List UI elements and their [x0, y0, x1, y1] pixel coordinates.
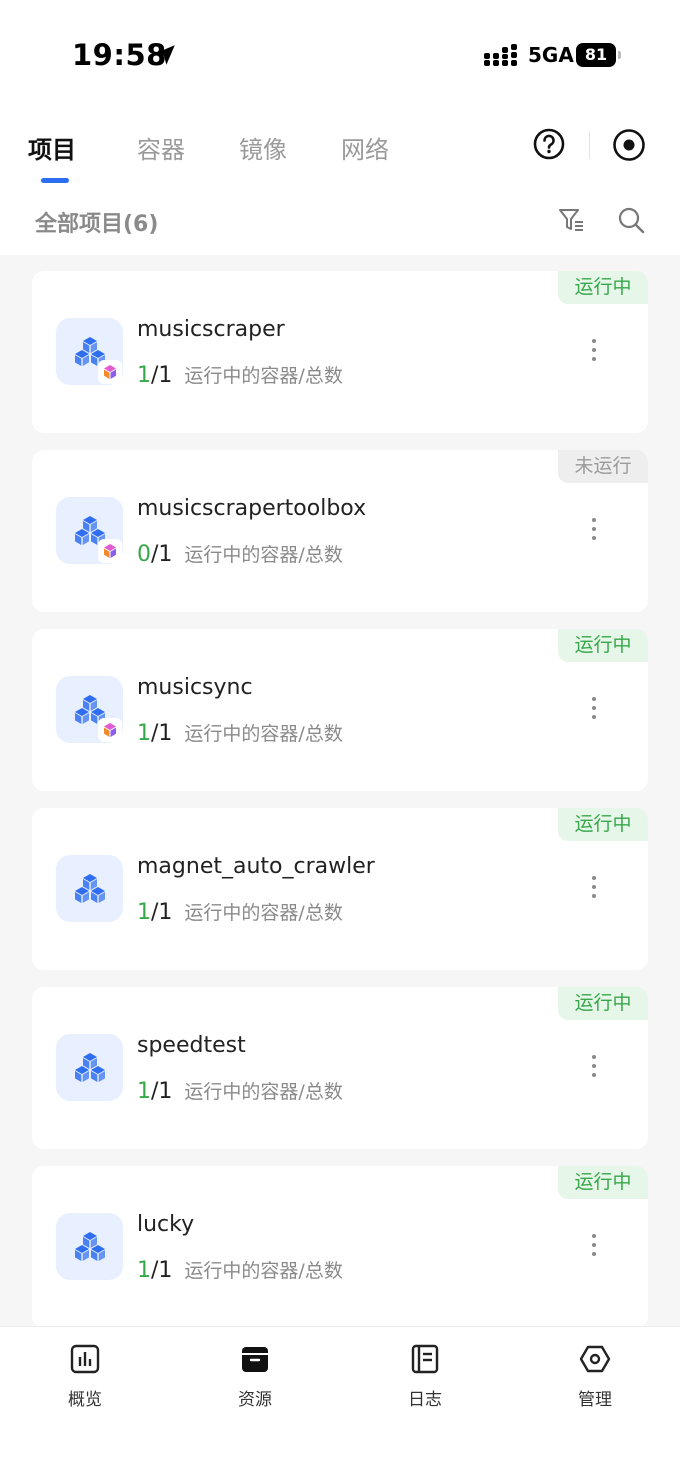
- tab-images[interactable]: 镜像: [239, 130, 287, 165]
- compose-badge-icon: [98, 539, 122, 563]
- running-count: 1: [137, 363, 151, 388]
- compose-badge-icon: [98, 718, 122, 742]
- tab-projects[interactable]: 项目: [28, 130, 76, 165]
- box-icon: [242, 1347, 268, 1372]
- project-card[interactable]: 未运行 musicscrapertoolbox 0/1 运行中的容器/总数: [32, 450, 648, 612]
- status-badge: 运行中: [558, 271, 648, 304]
- target-icon[interactable]: [612, 128, 646, 162]
- more-options-icon[interactable]: [587, 518, 601, 544]
- status-badge: 运行中: [558, 987, 648, 1020]
- status-badge: 未运行: [558, 450, 648, 483]
- container-count: 1/1 运行中的容器/总数: [137, 898, 343, 925]
- total-count: /1: [151, 363, 173, 388]
- battery-icon: 81: [576, 43, 622, 67]
- help-icon[interactable]: [533, 128, 565, 160]
- nav-logs[interactable]: 日志: [375, 1343, 475, 1410]
- total-count: /1: [151, 542, 173, 567]
- header-divider: [589, 131, 590, 159]
- nav-resources-label: 资源: [238, 1390, 272, 1410]
- location-arrow-icon: [155, 45, 175, 65]
- container-count: 0/1 运行中的容器/总数: [137, 540, 343, 567]
- project-icon: [56, 1034, 123, 1101]
- project-card[interactable]: 运行中 musicsync 1/1 运行中的容器/总数: [32, 629, 648, 791]
- tab-network[interactable]: 网络: [341, 130, 389, 165]
- bottom-nav: 概览 资源 日志 管理: [0, 1326, 680, 1478]
- status-bar: 19:58 5GA 81: [0, 0, 680, 100]
- container-count: 1/1 运行中的容器/总数: [137, 1077, 343, 1104]
- search-icon[interactable]: [617, 206, 645, 234]
- status-badge: 运行中: [558, 1166, 648, 1199]
- project-name: speedtest: [137, 1033, 246, 1058]
- project-card[interactable]: 运行中 magnet_auto_crawler 1/1 运行中的容器/总数: [32, 808, 648, 970]
- nav-resources[interactable]: 资源: [205, 1343, 305, 1410]
- hexagon-settings-icon: [579, 1345, 611, 1373]
- container-count: 1/1 运行中的容器/总数: [137, 361, 343, 388]
- running-count: 0: [137, 542, 151, 567]
- nav-manage[interactable]: 管理: [545, 1343, 645, 1410]
- nav-manage-label: 管理: [578, 1390, 612, 1410]
- network-type: 5GA: [528, 43, 574, 67]
- cubes-icon: [75, 1053, 105, 1082]
- notebook-icon: [411, 1344, 439, 1374]
- project-name: magnet_auto_crawler: [137, 854, 375, 879]
- nav-overview[interactable]: 概览: [35, 1343, 135, 1410]
- project-card[interactable]: 运行中 speedtest 1/1 运行中的容器/总数: [32, 987, 648, 1149]
- nav-logs-label: 日志: [408, 1390, 442, 1410]
- compose-badge-icon: [98, 360, 122, 384]
- status-badge: 运行中: [558, 808, 648, 841]
- tab-containers[interactable]: 容器: [137, 130, 185, 165]
- count-description: 运行中的容器/总数: [184, 544, 343, 566]
- total-count: /1: [151, 721, 173, 746]
- project-icon: [56, 676, 123, 743]
- running-count: 1: [137, 1258, 151, 1283]
- container-count: 1/1 运行中的容器/总数: [137, 1256, 343, 1283]
- project-name: musicsync: [137, 675, 253, 700]
- more-options-icon[interactable]: [587, 1234, 601, 1260]
- project-icon: [56, 1213, 123, 1280]
- more-options-icon[interactable]: [587, 876, 601, 902]
- total-count: /1: [151, 1079, 173, 1104]
- more-options-icon[interactable]: [587, 1055, 601, 1081]
- project-icon: [56, 318, 123, 385]
- more-options-icon[interactable]: [587, 339, 601, 365]
- signal-icon: [484, 44, 517, 66]
- project-summary: 全部项目(6): [35, 212, 159, 237]
- active-tab-indicator: [41, 178, 69, 183]
- battery-level: 81: [576, 43, 616, 67]
- total-count: /1: [151, 1258, 173, 1283]
- project-name: lucky: [137, 1212, 195, 1237]
- count-description: 运行中的容器/总数: [184, 902, 343, 924]
- project-name: musicscrapertoolbox: [137, 496, 367, 521]
- project-card[interactable]: 运行中 musicscraper 1/1 运行中的容器/总数: [32, 271, 648, 433]
- container-count: 1/1 运行中的容器/总数: [137, 719, 343, 746]
- count-description: 运行中的容器/总数: [184, 1081, 343, 1103]
- count-description: 运行中的容器/总数: [184, 1260, 343, 1282]
- running-count: 1: [137, 721, 151, 746]
- count-description: 运行中的容器/总数: [184, 723, 343, 745]
- count-description: 运行中的容器/总数: [184, 365, 343, 387]
- project-icon: [56, 497, 123, 564]
- project-icon: [56, 855, 123, 922]
- total-count: /1: [151, 900, 173, 925]
- project-card[interactable]: 运行中 lucky 1/1 运行中的容器/总数: [32, 1166, 648, 1328]
- status-badge: 运行中: [558, 629, 648, 662]
- more-options-icon[interactable]: [587, 697, 601, 723]
- running-count: 1: [137, 900, 151, 925]
- cubes-icon: [75, 874, 105, 903]
- running-count: 1: [137, 1079, 151, 1104]
- chart-icon: [70, 1344, 100, 1374]
- filter-icon[interactable]: [557, 206, 585, 234]
- project-name: musicscraper: [137, 317, 285, 342]
- nav-overview-label: 概览: [68, 1390, 102, 1410]
- cubes-icon: [75, 1232, 105, 1261]
